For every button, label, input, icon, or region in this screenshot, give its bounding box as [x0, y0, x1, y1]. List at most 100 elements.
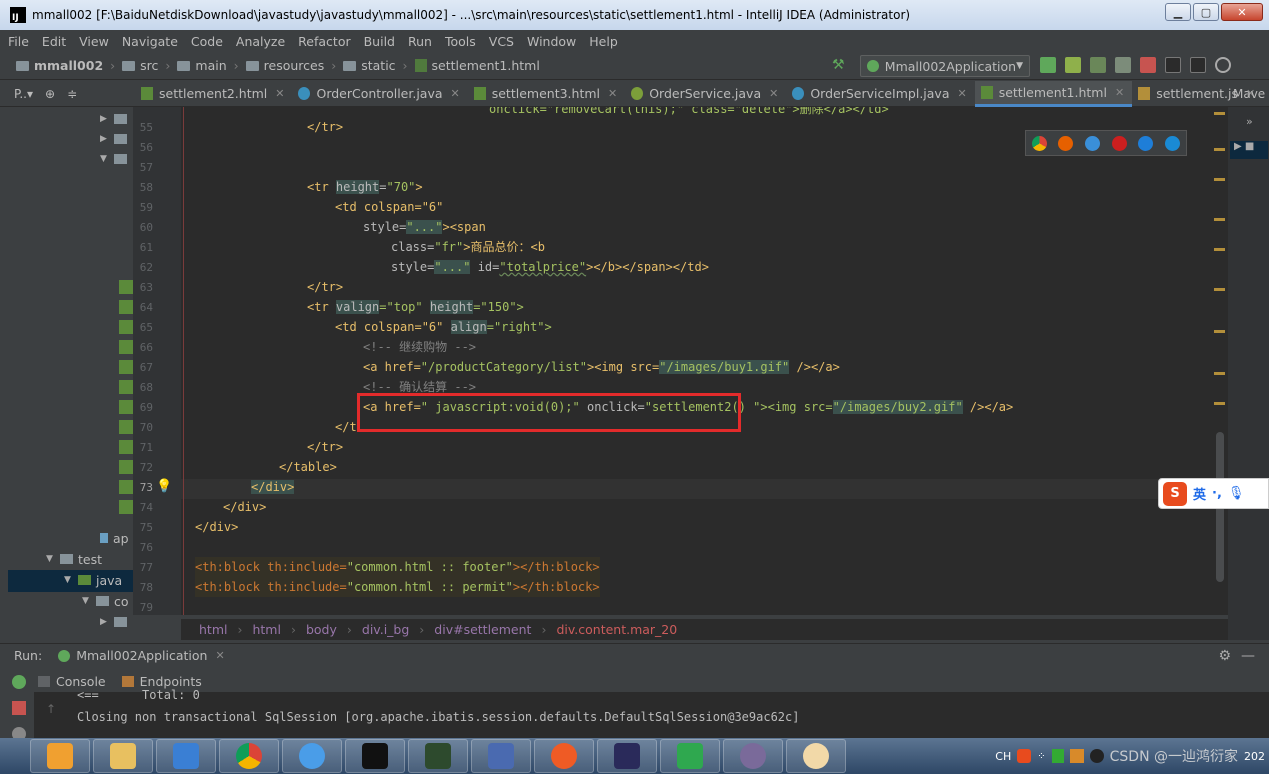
profile-icon[interactable]	[1115, 57, 1131, 73]
menu-build[interactable]: Build	[364, 34, 395, 49]
layout-icon[interactable]	[1190, 57, 1206, 73]
tree-row[interactable]: ▶	[100, 613, 132, 631]
menu-vcs[interactable]: VCS	[489, 34, 514, 49]
tray-icon[interactable]	[1051, 749, 1064, 763]
taskbar-cmd[interactable]	[345, 739, 405, 773]
tree-row[interactable]: ▼	[100, 150, 132, 168]
nav-crumb-resources[interactable]: resources ›	[245, 58, 344, 73]
nav-crumb-main[interactable]: main ›	[177, 58, 245, 73]
stop-icon[interactable]	[1140, 57, 1156, 73]
taskbar-explorer[interactable]	[93, 739, 153, 773]
project-structure-icon[interactable]	[1165, 57, 1181, 73]
tree-row[interactable]: ▶	[100, 110, 132, 128]
microphone-icon[interactable]: 🎙	[1228, 486, 1245, 501]
gear-icon[interactable]: ⚙	[1218, 648, 1231, 664]
maven-project-row[interactable]: ▶ ■	[1230, 141, 1268, 159]
maven-tool-tab[interactable]: Mave	[1229, 81, 1269, 107]
input-language-indicator[interactable]: CH	[995, 750, 1011, 763]
menu-file[interactable]: File	[8, 34, 29, 49]
rerun-icon[interactable]	[1040, 57, 1056, 73]
menu-code[interactable]: Code	[191, 34, 223, 49]
tree-row-co[interactable]: ▼ co	[82, 592, 129, 610]
rerun-icon[interactable]	[12, 675, 26, 689]
close-button[interactable]: ✕	[1221, 3, 1263, 21]
html-file-icon[interactable]	[119, 440, 133, 454]
html-file-icon[interactable]	[119, 280, 133, 294]
coverage-icon[interactable]	[1090, 57, 1106, 73]
close-icon[interactable]: ✕	[608, 87, 617, 100]
close-icon[interactable]: ✕	[769, 87, 778, 100]
tab-endpoints[interactable]: Endpoints	[121, 674, 202, 689]
firefox-icon[interactable]	[1058, 135, 1074, 151]
html-file-icon[interactable]	[119, 340, 133, 354]
tab-ordercontroller-java[interactable]: OrderController.java ✕	[292, 81, 467, 107]
qq-icon[interactable]	[1089, 749, 1104, 763]
hide-panel-icon[interactable]: —	[1241, 648, 1255, 664]
html-file-icon[interactable]	[119, 480, 133, 494]
tab-settlement1-html[interactable]: settlement1.html ✕	[974, 80, 1133, 107]
code-editor[interactable]: onclick="removeCart(this);" class="delet…	[181, 107, 1228, 615]
html-file-icon[interactable]	[119, 360, 133, 374]
menu-refactor[interactable]: Refactor	[298, 34, 350, 49]
tab-orderserviceimpl-java[interactable]: OrderServiceImpl.java ✕	[786, 81, 974, 107]
safari-icon[interactable]	[1085, 135, 1101, 151]
build-hammer-icon[interactable]: ⚒	[832, 57, 848, 73]
html-file-icon[interactable]	[119, 320, 133, 334]
close-icon[interactable]: ✕	[451, 87, 460, 100]
nav-crumb-src[interactable]: src ›	[122, 58, 177, 73]
tab-settlement2-html[interactable]: settlement2.html ✕	[135, 81, 292, 107]
sogou-tray-icon[interactable]	[1017, 749, 1032, 763]
close-icon[interactable]: ✕	[275, 87, 284, 100]
html-file-icon[interactable]	[119, 500, 133, 514]
taskbar-hbuilder[interactable]	[660, 739, 720, 773]
tree-row-java[interactable]: ▼ java	[64, 571, 122, 589]
taskbar-intellij[interactable]	[597, 739, 657, 773]
menu-help[interactable]: Help	[589, 34, 618, 49]
html-file-icon[interactable]	[119, 420, 133, 434]
tab-settlement3-html[interactable]: settlement3.html ✕	[468, 81, 625, 107]
opera-icon[interactable]	[1111, 135, 1127, 151]
run-config-select[interactable]: Mmall002Application ▼	[860, 55, 1030, 77]
scroll-up-icon[interactable]: ↑	[46, 702, 56, 716]
error-stripe-marker[interactable]	[1214, 330, 1225, 333]
run-config-tab[interactable]: Mmall002Application ✕	[58, 648, 225, 663]
html-file-icon[interactable]	[119, 460, 133, 474]
html-file-icon[interactable]	[119, 400, 133, 414]
chevron-right-icon[interactable]: »	[1246, 115, 1253, 128]
tab-console[interactable]: Console	[38, 674, 106, 689]
taskbar-media-app[interactable]	[30, 739, 90, 773]
minimize-button[interactable]: ▁	[1165, 3, 1191, 21]
menu-run[interactable]: Run	[408, 34, 432, 49]
clock-partial[interactable]: 202	[1244, 750, 1265, 763]
nav-crumb-file[interactable]: settlement1.html	[414, 58, 540, 73]
error-stripe-marker[interactable]	[1214, 178, 1225, 181]
tree-row[interactable]: ▶	[100, 130, 132, 148]
menu-view[interactable]: View	[79, 34, 109, 49]
close-icon[interactable]: ✕	[215, 649, 224, 662]
console-output[interactable]: <== Total: 0 Closing non transactional S…	[34, 688, 1269, 742]
search-icon[interactable]	[1215, 57, 1231, 73]
taskbar-navicat[interactable]	[723, 739, 783, 773]
menu-edit[interactable]: Edit	[42, 34, 66, 49]
menu-tools[interactable]: Tools	[445, 34, 476, 49]
close-icon[interactable]: ✕	[957, 87, 966, 100]
chrome-icon[interactable]	[1031, 135, 1047, 151]
error-stripe-marker[interactable]	[1214, 148, 1225, 151]
html-file-icon[interactable]	[119, 300, 133, 314]
nav-crumb-project[interactable]: mmall002 ›	[16, 58, 122, 73]
tray-icon[interactable]	[1069, 749, 1084, 763]
error-stripe-marker[interactable]	[1214, 112, 1225, 115]
ime-language[interactable]: 英	[1193, 484, 1206, 503]
breadcrumb-item[interactable]: html	[252, 622, 280, 637]
tab-orderservice-java[interactable]: OrderService.java ✕	[625, 81, 786, 107]
error-stripe-marker[interactable]	[1214, 402, 1225, 405]
taskbar-terminal[interactable]	[408, 739, 468, 773]
error-stripe-marker[interactable]	[1214, 372, 1225, 375]
taskbar-app[interactable]	[156, 739, 216, 773]
tree-row-ap[interactable]: ap	[100, 529, 129, 547]
taskbar-remote[interactable]	[471, 739, 531, 773]
close-icon[interactable]: ✕	[1115, 86, 1124, 99]
debug-icon[interactable]	[1065, 57, 1081, 73]
edge-icon[interactable]	[1165, 135, 1181, 151]
breadcrumb-item[interactable]: html	[199, 622, 227, 637]
